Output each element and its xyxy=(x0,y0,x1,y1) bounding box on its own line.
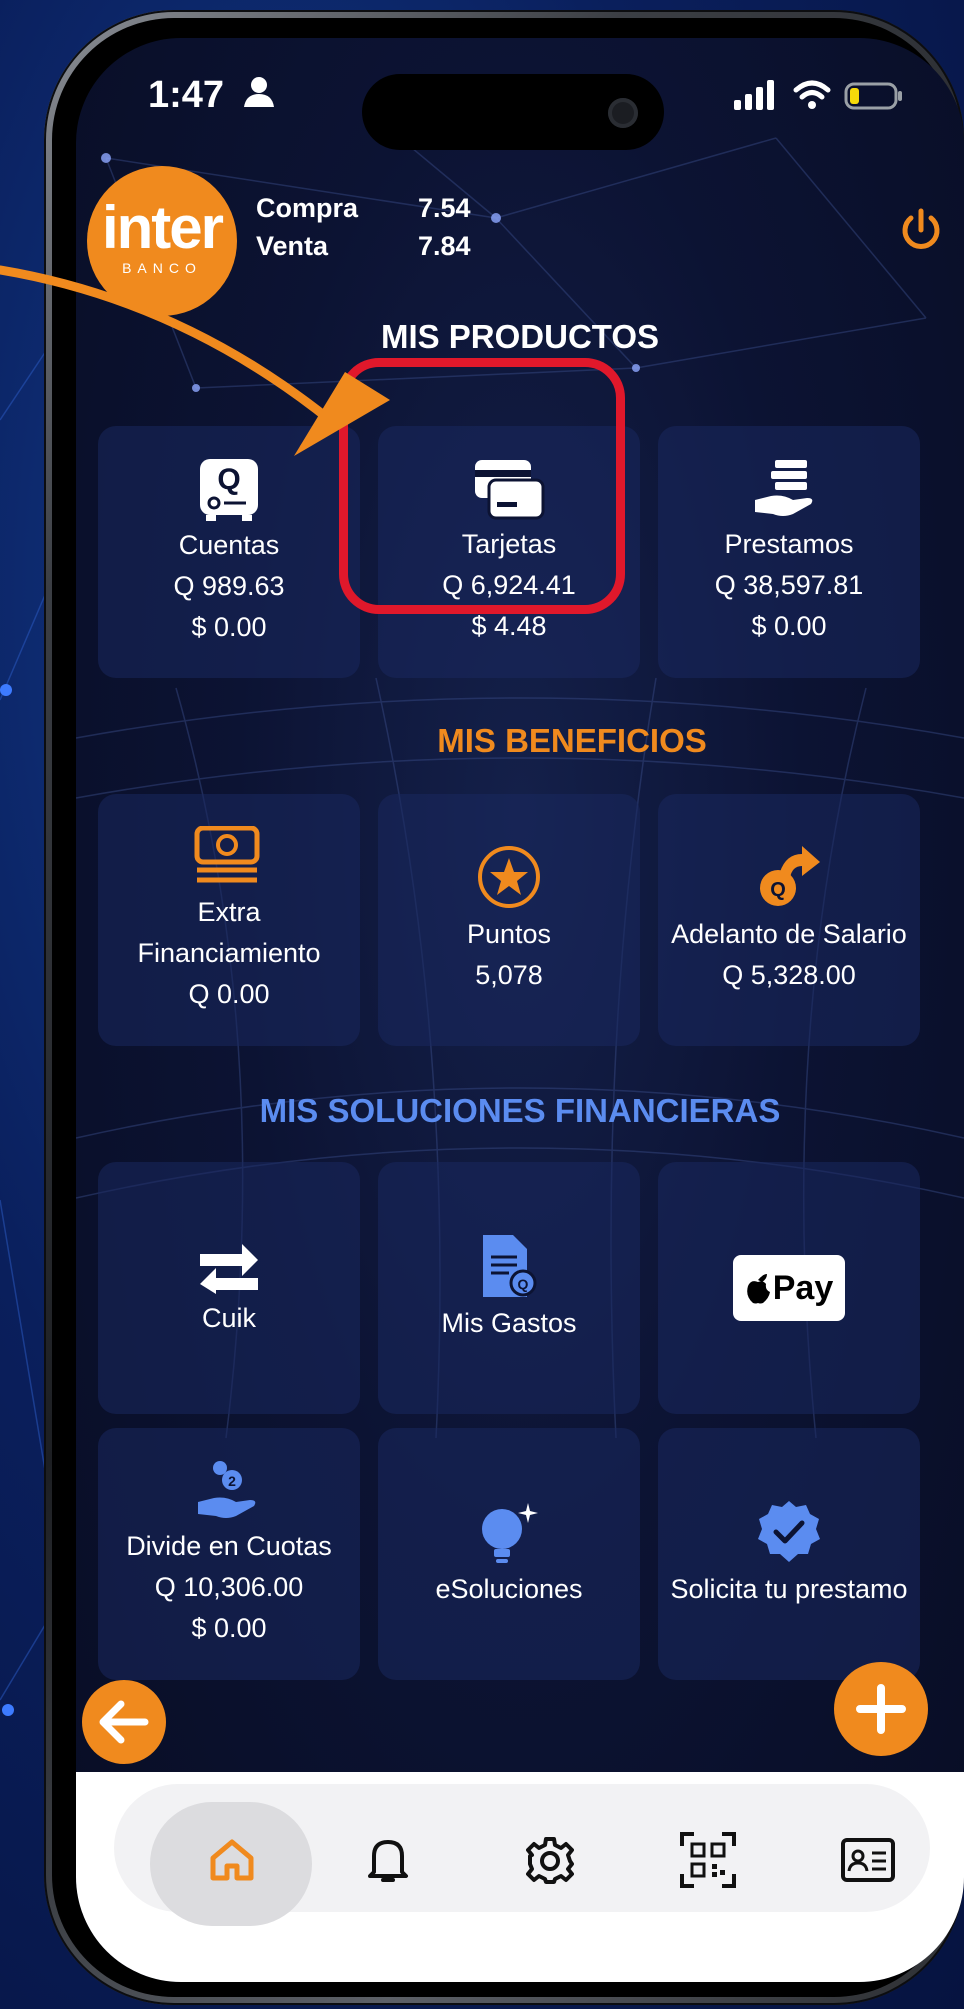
coins-hand-icon: 2 xyxy=(198,1460,256,1518)
solutions-title: MIS SOLUCIONES FINANCIERAS xyxy=(259,1092,781,1129)
transfer-arrows-icon xyxy=(200,1243,258,1294)
solution-esoluciones[interactable]: eSoluciones xyxy=(378,1428,640,1680)
apple-pay-icon: Pay xyxy=(733,1255,845,1321)
product-usd: $ 0.00 xyxy=(751,610,827,641)
benefit-value: Q 5,328.00 xyxy=(722,960,856,990)
solution-mis-gastos[interactable]: Q Mis Gastos xyxy=(378,1162,640,1414)
solution-apple-pay[interactable]: Pay xyxy=(658,1162,920,1414)
solution-label: eSoluciones xyxy=(435,1573,583,1604)
arrow-left-icon xyxy=(99,1700,149,1744)
solution-cuik[interactable]: Cuik xyxy=(98,1162,360,1414)
qr-code-icon xyxy=(680,1832,736,1888)
solution-gtq: Q 10,306.00 xyxy=(154,1571,304,1602)
coin-arrow-icon: Q xyxy=(760,846,820,906)
back-button[interactable] xyxy=(82,1680,166,1764)
tab-qr[interactable] xyxy=(676,1828,740,1892)
svg-text:Q: Q xyxy=(518,1276,529,1292)
benefit-label: Adelanto de Salario xyxy=(671,919,907,949)
benefit-puntos[interactable]: Puntos 5,078 xyxy=(378,794,640,1046)
annotation-arrow xyxy=(0,265,390,456)
solution-label: Cuik xyxy=(201,1302,256,1333)
product-usd: $ 0.00 xyxy=(191,611,267,642)
solution-label: Solicita tu prestamo xyxy=(670,1573,908,1604)
benefit-label: Puntos xyxy=(466,919,552,949)
document-icon: Q xyxy=(483,1234,537,1297)
apple-pay-label: Pay xyxy=(772,1268,834,1307)
benefit-value: Q 0.00 xyxy=(188,978,270,1009)
lightbulb-icon xyxy=(482,1502,538,1563)
tab-home[interactable] xyxy=(200,1828,264,1892)
plus-icon xyxy=(856,1684,906,1734)
svg-text:2: 2 xyxy=(228,1473,236,1489)
svg-text:Q: Q xyxy=(770,879,786,901)
benefit-label: Extra xyxy=(197,896,261,927)
tab-bar xyxy=(76,1772,964,1982)
benefit-value: 5,078 xyxy=(475,960,543,990)
benefit-extra-financiamiento[interactable]: Extra Financiamiento Q 0.00 xyxy=(98,794,360,1046)
benefit-label-2: Financiamiento xyxy=(137,937,321,968)
id-card-icon xyxy=(841,1838,895,1882)
bell-icon xyxy=(368,1840,408,1882)
add-button[interactable] xyxy=(834,1662,928,1756)
verified-badge-icon xyxy=(758,1500,820,1562)
home-icon xyxy=(210,1839,254,1881)
solution-label: Mis Gastos xyxy=(441,1307,577,1338)
benefits-title: MIS BENEFICIOS xyxy=(437,722,707,759)
tab-notifications[interactable] xyxy=(356,1828,420,1892)
solution-label: Divide en Cuotas xyxy=(126,1530,332,1561)
tab-settings[interactable] xyxy=(518,1828,582,1892)
tab-profile[interactable] xyxy=(836,1828,900,1892)
benefit-adelanto-salario[interactable]: Q Adelanto de Salario Q 5,328.00 xyxy=(658,794,920,1046)
solution-divide-cuotas[interactable]: 2 Divide en Cuotas Q 10,306.00 $ 0.00 xyxy=(98,1428,360,1680)
gear-icon xyxy=(526,1837,574,1884)
money-stack-icon xyxy=(194,825,260,882)
star-circle-icon xyxy=(478,846,540,908)
solution-usd: $ 0.00 xyxy=(191,1612,267,1643)
solution-solicita-prestamo[interactable]: Solicita tu prestamo xyxy=(658,1428,920,1680)
